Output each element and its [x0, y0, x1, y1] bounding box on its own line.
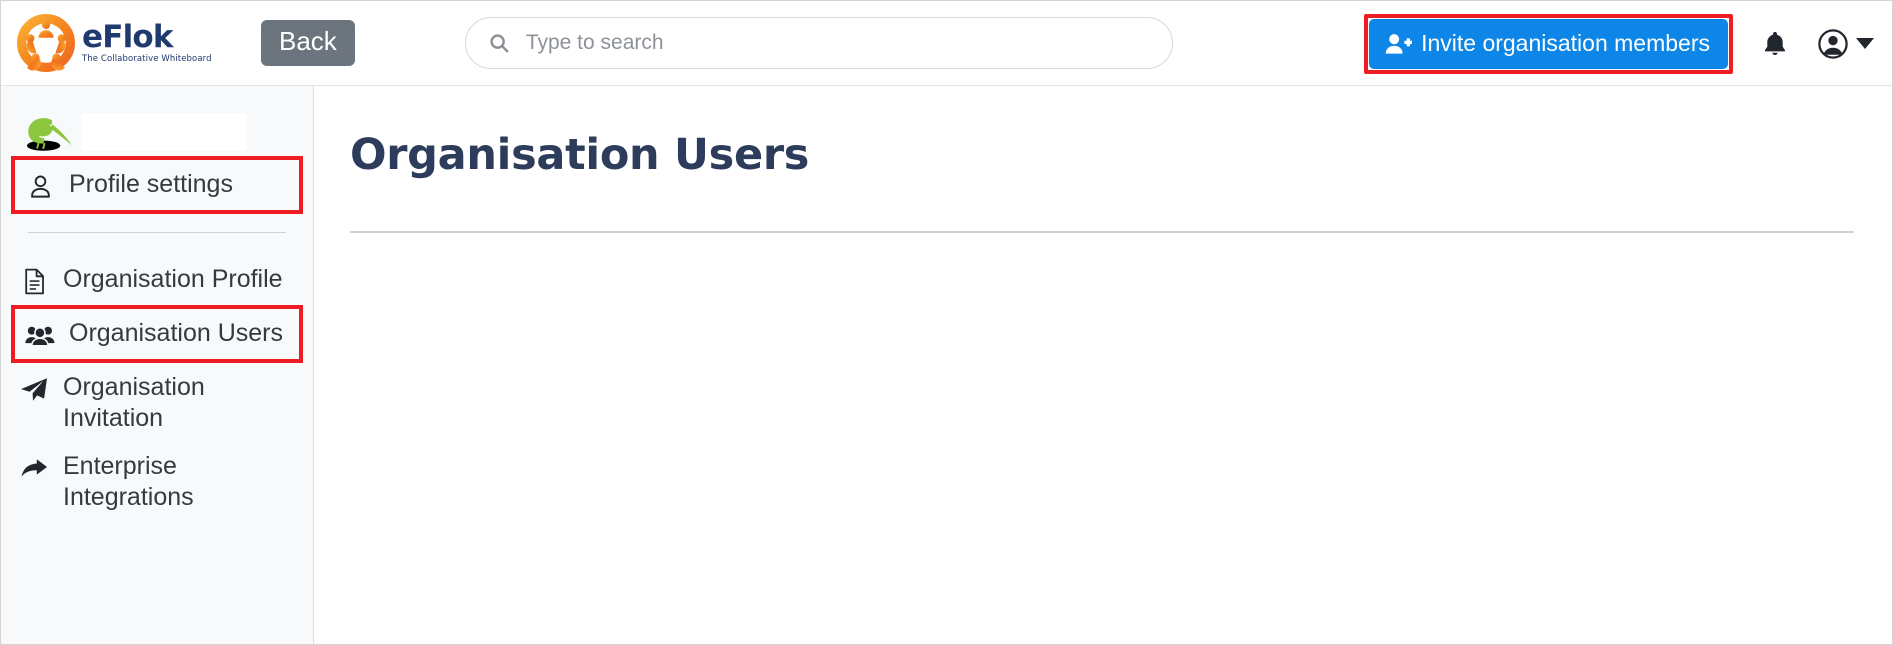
sidebar-item-label: Organisation Profile — [63, 265, 283, 293]
header-right-actions: Invite organisation members — [1364, 1, 1878, 86]
sidebar: Profile settings Organisation Profile Or… — [1, 86, 314, 644]
organisation-users-highlight: Organisation Users — [11, 305, 303, 363]
sidebar-item-label: Organisation Invitation — [63, 373, 205, 432]
app-window: eFlok The Collaborative Whiteboard Back — [0, 0, 1893, 645]
search-icon — [490, 34, 509, 53]
sidebar-item-enterprise-integrations[interactable]: Enterprise Integrations — [1, 442, 313, 521]
back-button[interactable]: Back — [261, 20, 355, 66]
sidebar-item-label: Organisation Users — [69, 319, 283, 347]
sidebar-item-organisation-profile[interactable]: Organisation Profile — [1, 255, 313, 305]
invite-button-label: Invite organisation members — [1421, 30, 1710, 56]
kiwi-bird-avatar-icon — [26, 118, 72, 151]
organisation-identity — [1, 108, 313, 156]
account-menu-button[interactable] — [1817, 28, 1874, 60]
sidebar-item-profile-settings[interactable]: Profile settings — [15, 160, 299, 210]
sidebar-item-organisation-invitation[interactable]: Organisation Invitation — [1, 363, 313, 442]
search-input[interactable] — [525, 31, 1150, 55]
sidebar-item-label: Profile settings — [69, 170, 233, 198]
notifications-button[interactable] — [1763, 30, 1787, 57]
brand-text: eFlok The Collaborative Whiteboard — [82, 22, 212, 64]
body-row: Profile settings Organisation Profile Or… — [1, 86, 1892, 644]
flock-circle-logo-icon — [17, 14, 75, 72]
page-title: Organisation Users — [350, 130, 810, 180]
brand-logo-area[interactable]: eFlok The Collaborative Whiteboard — [17, 14, 257, 72]
share-arrow-icon — [19, 453, 49, 483]
person-outline-icon — [25, 171, 55, 201]
users-group-icon — [25, 320, 55, 350]
top-header: eFlok The Collaborative Whiteboard Back — [1, 1, 1892, 86]
organisation-name — [81, 113, 247, 151]
brand-tagline: The Collaborative Whiteboard — [82, 54, 212, 65]
sidebar-item-label: Enterprise Integrations — [63, 452, 194, 511]
invite-organisation-members-button[interactable]: Invite organisation members — [1369, 18, 1728, 69]
search-bar[interactable] — [464, 17, 1173, 69]
sidebar-divider — [28, 232, 286, 233]
user-plus-icon — [1385, 33, 1413, 54]
invite-button-highlight: Invite organisation members — [1364, 13, 1733, 74]
main-content: Organisation Users — [314, 86, 1892, 644]
chevron-down-icon — [1856, 38, 1874, 49]
title-divider — [350, 231, 1854, 233]
sidebar-item-organisation-users[interactable]: Organisation Users — [15, 309, 299, 359]
bell-icon — [1765, 31, 1785, 56]
paper-plane-icon — [19, 374, 49, 404]
document-icon — [19, 266, 49, 296]
account-circle-icon — [1818, 28, 1848, 59]
profile-settings-highlight: Profile settings — [11, 156, 303, 214]
brand-name: eFlok — [82, 19, 174, 56]
